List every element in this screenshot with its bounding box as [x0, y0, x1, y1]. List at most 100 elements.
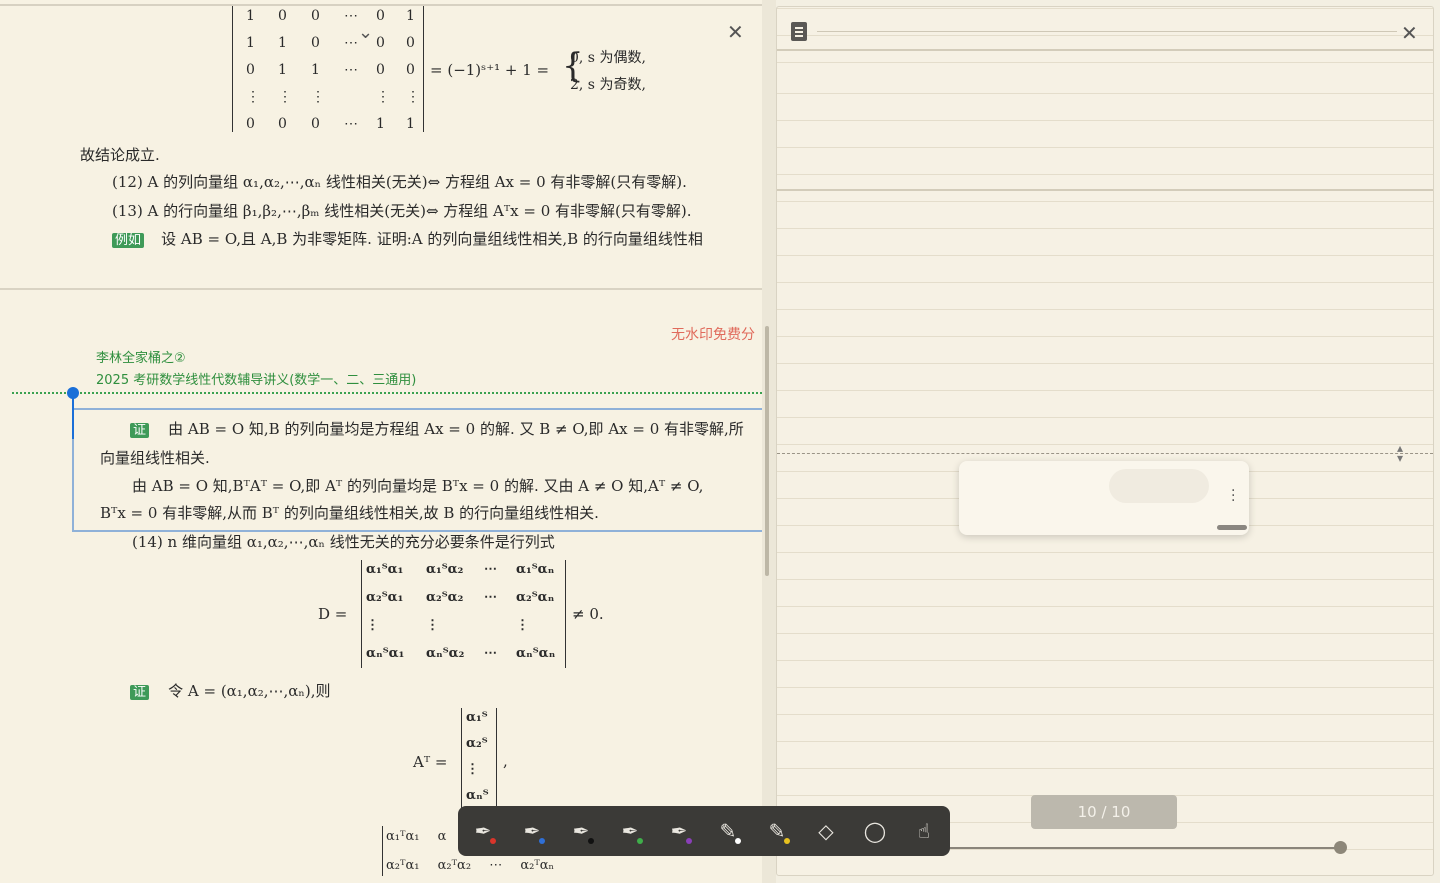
matrix-cell: 1: [246, 8, 255, 24]
page-break: [0, 288, 762, 290]
matrix-cell: 0: [311, 8, 320, 24]
bottom-cell: α₂ᵀαₙ: [520, 858, 555, 873]
D-cell: ⋮: [426, 618, 439, 633]
close-icon[interactable]: ✕: [727, 20, 744, 44]
D-cell: αₙᵀαₙ: [516, 646, 556, 661]
matrix-cell: 1: [376, 116, 385, 132]
D-cell: α₁ᵀαₙ: [516, 562, 555, 577]
proof2-row: 证 令 A = (α₁,α₂,⋯,αₙ),则: [130, 680, 331, 701]
matrix-cell: 0: [278, 8, 287, 24]
color-dot: [588, 838, 594, 844]
page-indicator: 10 / 10: [1031, 795, 1177, 829]
matrix-cell: ⋮: [278, 89, 292, 105]
page-top-edge: [0, 4, 762, 6]
matrix-cell: 0: [406, 62, 415, 78]
item-12: (12) A 的列向量组 α₁,α₂,⋯,αₙ 线性相关(无关)⇔ 方程组 Ax…: [112, 173, 687, 191]
matrix-cell: ⋯: [344, 35, 358, 51]
notebook-icon[interactable]: [791, 22, 807, 41]
example-tag: 例如: [112, 233, 145, 248]
matrix-cell: ⋯: [344, 116, 358, 132]
matrix-cell: 0: [278, 116, 287, 132]
bottom-cell: ⋯: [489, 858, 503, 873]
equation-rhs: = (−1)ˢ⁺¹ + 1 =: [430, 61, 550, 79]
D-cell: α₁ᵀα₁: [366, 562, 404, 577]
selection-handle[interactable]: [67, 387, 79, 399]
D-cell: ⋯: [484, 646, 497, 661]
highlighter-icon[interactable]: ✎: [713, 816, 743, 846]
color-dot: [490, 838, 496, 844]
pencil-icon[interactable]: ✎: [762, 816, 792, 846]
chevron-down-icon[interactable]: ⌄: [358, 22, 373, 43]
matrix-cell: 1: [406, 8, 415, 24]
pen-green-icon[interactable]: ✒: [615, 816, 645, 846]
matrix-cell: 1: [406, 116, 415, 132]
header-dotted-rule: [12, 392, 762, 394]
pen-blue-icon[interactable]: ✒: [517, 816, 547, 846]
D-cell: α₂ᵀα₁: [366, 590, 404, 605]
matrix-cell: 1: [278, 35, 287, 51]
annotation-toolbar[interactable]: ✒ ✒ ✒ ✒ ✒ ✎ ✎ ◇ ◯ ☝: [458, 806, 950, 856]
matrix-cell: ⋮: [376, 89, 390, 105]
selection-handle-line[interactable]: [72, 393, 74, 439]
color-dot: [784, 838, 790, 844]
note-card-handle[interactable]: [1217, 525, 1247, 530]
matrix-cell: ⋮: [311, 89, 325, 105]
header-book-title: 2025 考研数学线性代数辅导讲义(数学一、二、三通用): [96, 373, 417, 388]
color-dot: [686, 838, 692, 844]
hand-icon[interactable]: ☝: [909, 816, 939, 846]
bottom-matrix-bar: [382, 826, 383, 876]
example-row: 例如 设 AB = O,且 A,B 为非零矩阵. 证明:A 的列向量组线性相关,…: [112, 228, 703, 249]
D-cell: α₂ᵀα₂: [426, 590, 464, 605]
proof2-tag: 证: [130, 685, 150, 700]
close-notes-icon[interactable]: ✕: [1401, 21, 1418, 45]
proof-text-2b: Bᵀx = 0 有非零解,从而 Bᵀ 的列向量组线性相关,故 B 的行向量组线性…: [100, 504, 599, 522]
page-split-dashed: [777, 453, 1433, 454]
bottom-cell: α₂ᵀα₁: [386, 858, 420, 873]
color-dot: [637, 838, 643, 844]
matrix-right-bar: [423, 6, 424, 132]
AT-comma: ,: [503, 752, 508, 770]
AT-cell: α₂ᵀ: [466, 736, 488, 751]
matrix-cell: 0: [311, 35, 320, 51]
page-slider-thumb[interactable]: [1334, 841, 1347, 854]
lasso-icon[interactable]: ◯: [860, 816, 890, 846]
matrix-cell: ⋯: [344, 62, 358, 78]
D-left-bar: [361, 560, 362, 668]
matrix-cell: ⋮: [406, 89, 420, 105]
D-cell: ⋯: [484, 562, 497, 577]
pen-red-icon[interactable]: ✒: [468, 816, 498, 846]
pen-purple-icon[interactable]: ✒: [664, 816, 694, 846]
pen-black-icon[interactable]: ✒: [566, 816, 596, 846]
eraser-icon[interactable]: ◇: [811, 816, 841, 846]
matrix-cell: 1: [246, 35, 255, 51]
D-cell: α₁ᵀα₂: [426, 562, 464, 577]
matrix-cell: ⋯: [344, 8, 358, 24]
D-cell: ⋮: [516, 618, 529, 633]
matrix-cell: 0: [376, 62, 385, 78]
proof-text-1b: 向量组线性相关.: [100, 449, 210, 467]
notes-header-line: [817, 31, 1397, 32]
matrix-cell: 0: [376, 8, 385, 24]
case-even: 0, s 为偶数,: [570, 50, 646, 66]
AT-cell: α₁ᵀ: [466, 710, 488, 725]
floating-note-card[interactable]: · · ·: [959, 461, 1249, 535]
AT-cell: ⋮: [466, 762, 479, 777]
resize-handle-icon[interactable]: ▴ ▾: [1397, 442, 1403, 464]
notes-top-rule: [777, 49, 1433, 51]
notes-section-rule: [777, 189, 1433, 191]
bottom-cell: α₂ᵀα₂: [437, 858, 472, 873]
page-slider-track[interactable]: [947, 847, 1339, 849]
matrix-cell: ⋮: [246, 89, 260, 105]
item-14: (14) n 维向量组 α₁,α₂,⋯,αₙ 线性无关的充分必要条件是行列式: [132, 533, 555, 551]
header-series: 李林全家桶之②: [96, 351, 186, 366]
AT-label: Aᵀ =: [413, 753, 448, 771]
matrix-cell: 0: [311, 116, 320, 132]
notes-pane[interactable]: ✕ ▴ ▾ · · · 10 / 10: [776, 6, 1434, 876]
matrix-cell: 0: [246, 116, 255, 132]
bottom-cell: α₁ᵀα₁: [386, 829, 420, 844]
document-pane[interactable]: 1 0 0 ⋯ 0 1 1 1 0 ⋯ 0 0 0 1 1 ⋯ 0 0 ⋮ ⋮ ⋮ ⋮ ⋮ 0 0 0 ⋯ 1 1 ⌄ = (−1)ˢ⁺…: [0, 0, 762, 883]
document-scrollbar[interactable]: [765, 326, 769, 576]
D-right-bar: [565, 560, 566, 668]
D-label: D =: [318, 605, 348, 623]
more-options-icon[interactable]: · · ·: [1231, 484, 1235, 508]
